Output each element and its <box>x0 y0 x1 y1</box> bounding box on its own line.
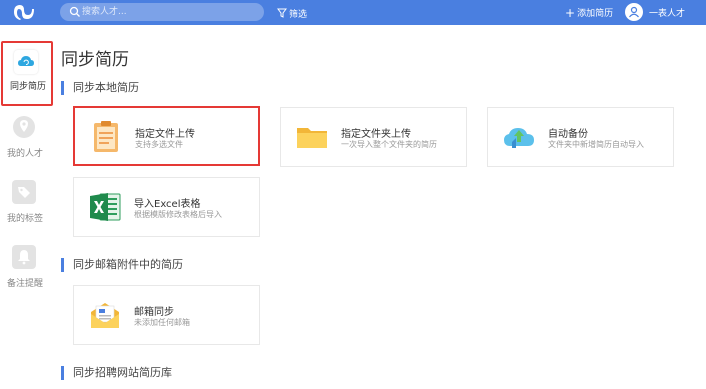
card-subtitle: 文件夹中新增简历自动导入 <box>548 140 644 149</box>
location-pin-icon <box>12 115 36 139</box>
folder-icon <box>297 128 327 148</box>
user-name: 一表人才 <box>649 8 686 19</box>
search-box[interactable] <box>60 3 264 21</box>
card-upload-folder[interactable]: 指定文件夹上传 一次导入整个文件夹的简历 <box>280 107 467 167</box>
sidebar-item-label: 备注提醒 <box>6 279 43 289</box>
card-title: 指定文件上传 <box>135 129 195 140</box>
filter-icon <box>277 8 287 18</box>
plus-icon: + <box>565 5 576 20</box>
section-mail-resume: 同步邮箱附件中的简历 <box>61 258 183 272</box>
section-local-resume: 同步本地简历 <box>61 81 139 95</box>
sidebar-item-sync-resume[interactable]: 同步简历 <box>1 41 53 106</box>
card-title: 指定文件夹上传 <box>341 129 411 140</box>
search-icon <box>69 6 80 17</box>
filter-button[interactable]: 筛选 <box>277 6 307 20</box>
user-menu[interactable]: 一表人才 <box>625 3 685 21</box>
card-upload-file[interactable]: 指定文件上传 支持多选文件 <box>73 106 260 166</box>
card-title: 自动备份 <box>548 129 588 140</box>
card-mail-sync[interactable]: 邮箱同步 未添加任何邮箱 <box>73 285 260 345</box>
top-bar: 筛选 + 添加简历 一表人才 <box>0 0 706 25</box>
sidebar-item-label: 我的人才 <box>6 149 43 159</box>
cloud-sync-icon <box>14 50 38 74</box>
sidebar-item-label: 我的标签 <box>6 214 43 224</box>
card-import-excel[interactable]: 导入Excel表格 根据模版修改表格后导入 <box>73 177 260 237</box>
excel-icon <box>90 193 121 221</box>
filter-label: 筛选 <box>289 9 308 20</box>
add-resume-button[interactable]: + 添加简历 <box>565 5 614 20</box>
section-job-site-resume: 同步招聘网站简历库 <box>61 366 172 380</box>
app-logo-icon[interactable] <box>12 3 36 22</box>
search-input[interactable] <box>82 3 258 21</box>
avatar[interactable] <box>625 3 643 21</box>
card-title: 邮箱同步 <box>134 307 174 318</box>
sidebar-item-reminders[interactable]: 备注提醒 <box>0 245 50 305</box>
card-title: 导入Excel表格 <box>134 199 201 210</box>
sidebar: 同步简历 我的人才 我的标签 备注提醒 <box>0 25 53 389</box>
card-auto-backup[interactable]: 自动备份 文件夹中新增简历自动导入 <box>487 107 674 167</box>
envelope-icon <box>91 303 119 328</box>
user-icon <box>629 6 639 18</box>
tag-icon <box>12 180 36 204</box>
document-icon <box>94 121 118 152</box>
card-subtitle: 根据模版修改表格后导入 <box>134 210 222 219</box>
card-subtitle: 支持多选文件 <box>135 140 183 149</box>
page-title: 同步简历 <box>61 50 129 70</box>
sidebar-item-my-talent[interactable]: 我的人才 <box>0 115 50 175</box>
card-subtitle: 一次导入整个文件夹的简历 <box>341 140 437 149</box>
cloud-upload-icon <box>504 128 534 148</box>
add-resume-label: 添加简历 <box>577 9 614 19</box>
sidebar-item-label: 同步简历 <box>9 82 46 92</box>
sidebar-item-my-tags[interactable]: 我的标签 <box>0 180 50 240</box>
card-subtitle: 未添加任何邮箱 <box>134 318 190 327</box>
bell-icon <box>12 245 36 269</box>
